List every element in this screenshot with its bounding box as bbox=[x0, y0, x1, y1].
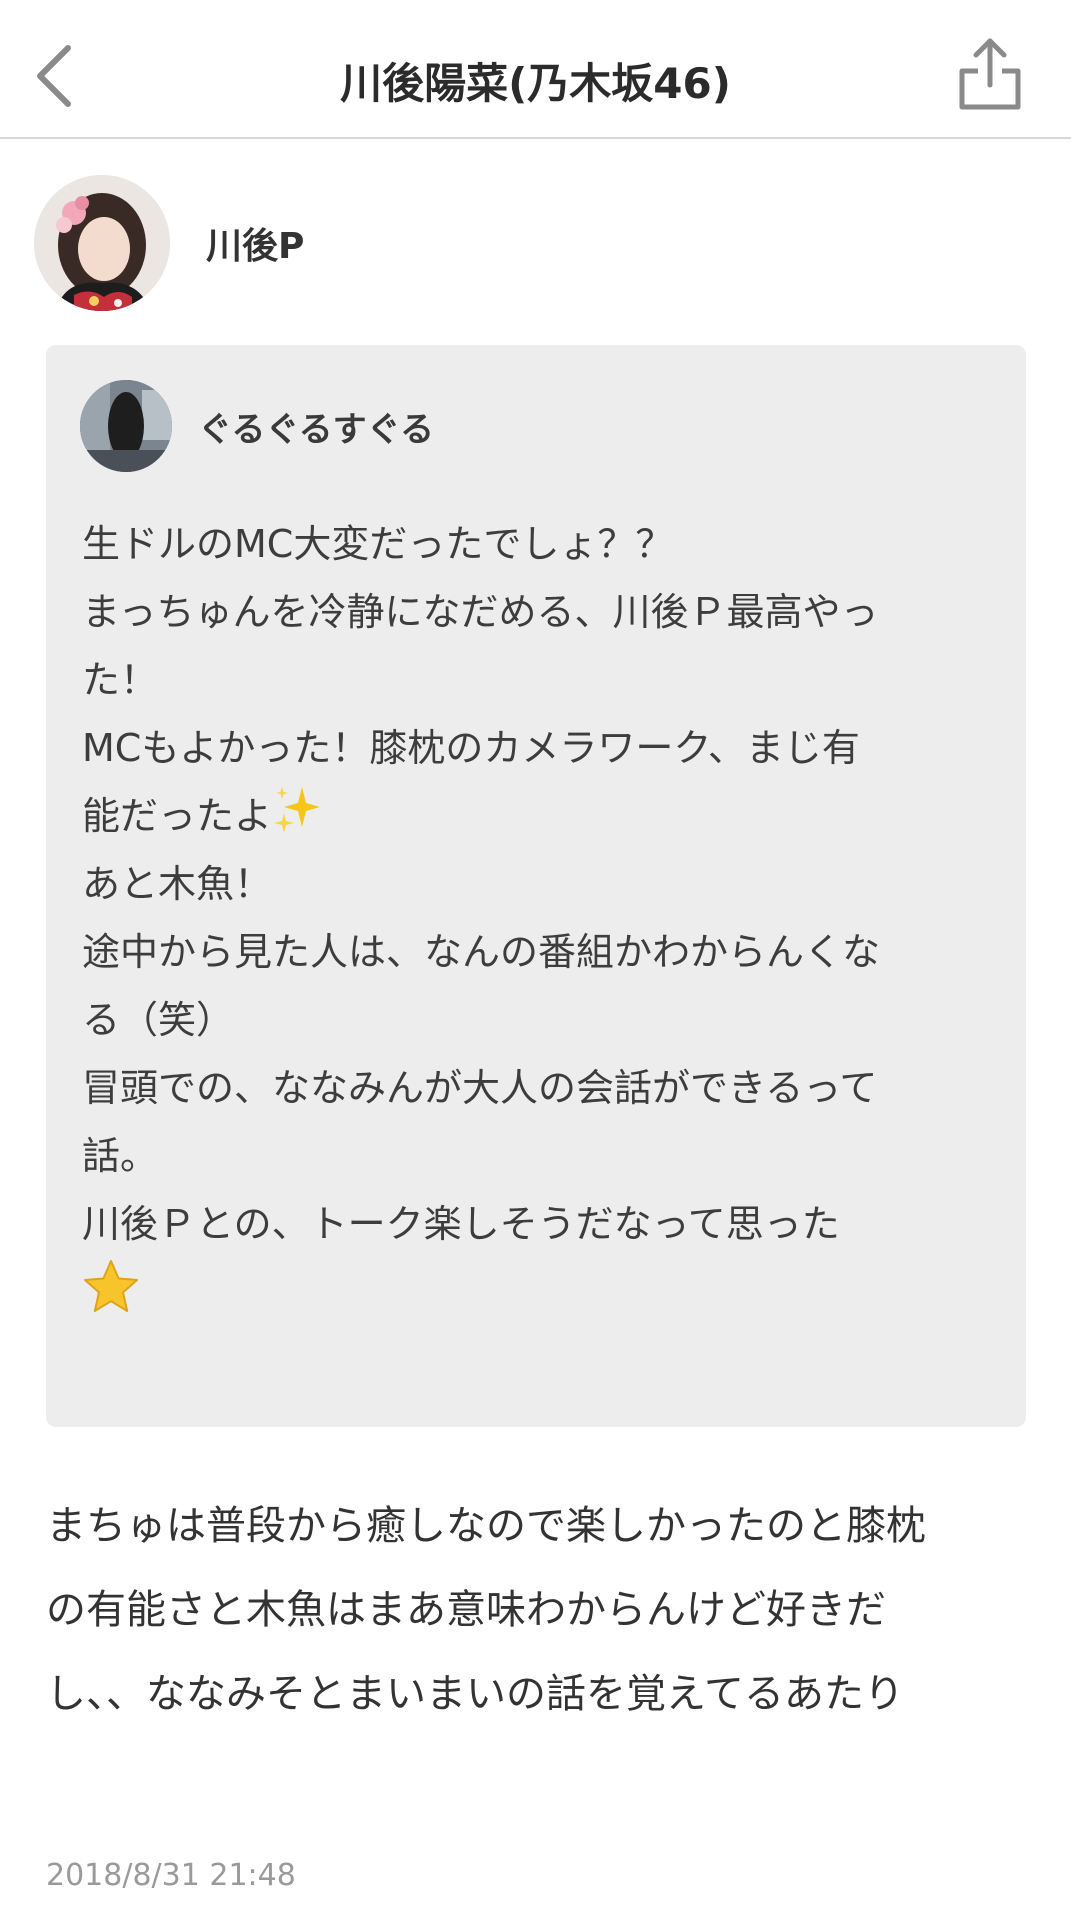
share-icon bbox=[958, 37, 1022, 115]
quoted-comment-text: 生ドルのMC大変だったでしょ？？ まっちゅんを冷静になだめる、川後Ｐ最高やっ た… bbox=[82, 510, 992, 1326]
reply-line: し、、ななみそとまいまいの話を覚えてるあたり bbox=[46, 1671, 904, 1717]
comment-line-with-emoji: 能だったよ bbox=[82, 782, 992, 850]
top-bar: 川後陽菜(乃木坂46) bbox=[0, 0, 1071, 139]
comment-line: た！ bbox=[82, 658, 159, 702]
page-title: 川後陽菜(乃木坂46) bbox=[340, 59, 731, 108]
comment-line: 川後Ｐとの、トーク楽しそうだなって思った bbox=[82, 1202, 840, 1246]
post-author: 川後P bbox=[34, 174, 304, 312]
chevron-left-icon bbox=[34, 44, 74, 112]
comment-line: 生ドルのMC大変だったでしょ？？ bbox=[82, 522, 674, 566]
comment-line: あと木魚！ bbox=[82, 862, 273, 906]
comment-line: MCもよかった！膝枕のカメラワーク、まじ有 bbox=[82, 726, 860, 770]
reply-text: まちゅは普段から癒しなので楽しかったのと膝枕 の有能さと木魚はまあ意味わからんけ… bbox=[46, 1484, 1036, 1736]
comment-emoji-line bbox=[82, 1258, 992, 1326]
reply-line: まちゅは普段から癒しなので楽しかったのと膝枕 bbox=[46, 1503, 926, 1549]
quoted-comment: ぐるぐるすぐる 生ドルのMC大変だったでしょ？？ まっちゅんを冷静になだめる、川… bbox=[46, 345, 1026, 1427]
commenter-name[interactable]: ぐるぐるすぐる bbox=[198, 402, 434, 451]
comment-line: まっちゅんを冷静になだめる、川後Ｐ最高やっ bbox=[82, 590, 879, 634]
commenter-avatar[interactable] bbox=[80, 380, 172, 472]
author-avatar[interactable] bbox=[34, 175, 170, 311]
comment-line: 話。 bbox=[82, 1134, 159, 1178]
sparkles-icon bbox=[272, 783, 322, 854]
comment-line: 能だったよ bbox=[82, 794, 273, 838]
back-button[interactable] bbox=[24, 40, 84, 116]
star-icon bbox=[82, 1258, 140, 1337]
comment-line: る（笑） bbox=[82, 998, 235, 1042]
quoted-comment-header: ぐるぐるすぐる bbox=[80, 380, 434, 472]
reply-line: の有能さと木魚はまあ意味わからんけど好きだ bbox=[46, 1587, 886, 1633]
comment-line: 途中から見た人は、なんの番組かわからんくな bbox=[82, 930, 881, 974]
author-name[interactable]: 川後P bbox=[206, 217, 304, 269]
post-timestamp: 2018/8/31 21:48 bbox=[46, 1858, 296, 1893]
share-button[interactable] bbox=[955, 36, 1025, 116]
comment-line: 冒頭での、ななみんが大人の会話ができるって bbox=[82, 1066, 878, 1110]
